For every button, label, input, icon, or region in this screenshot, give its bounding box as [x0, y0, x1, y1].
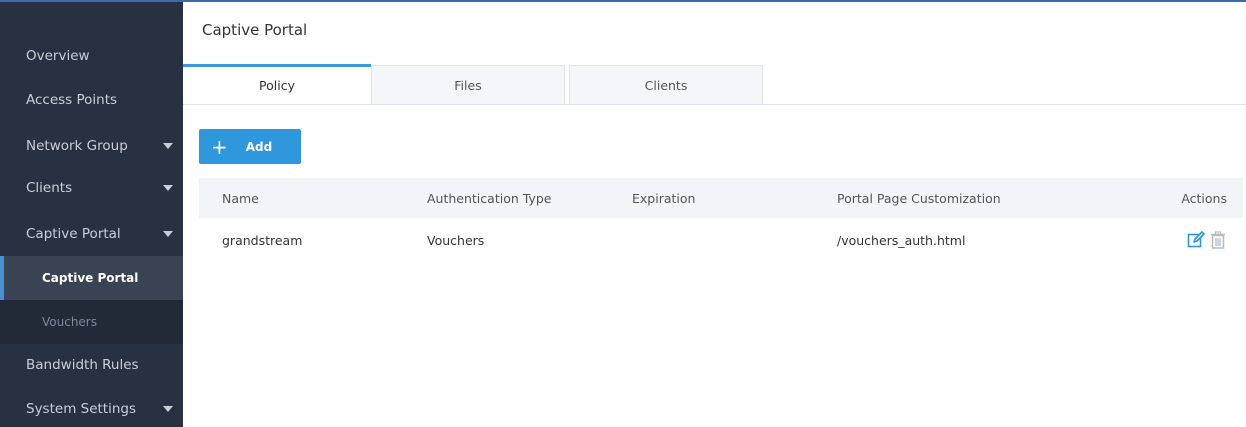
column-header-name[interactable]: Name	[222, 178, 259, 218]
cell-portal-page: /vouchers_auth.html	[837, 232, 966, 248]
sidebar-item-network-group[interactable]: Network Group	[0, 124, 183, 168]
sidebar-item-label: System Settings	[26, 401, 137, 417]
sidebar-item-label: Captive Portal	[42, 271, 139, 285]
caret-down-icon	[163, 185, 173, 191]
sidebar: Overview Access Points Network Group Cli…	[0, 0, 183, 427]
sidebar-item-label: Bandwidth Rules	[26, 357, 139, 373]
sidebar-item-overview[interactable]: Overview	[0, 34, 183, 78]
sidebar-item-captive-portal[interactable]: Captive Portal	[0, 212, 183, 256]
main-content: Captive Portal Policy Files Clients + Ad…	[183, 0, 1246, 427]
table-row: grandstream Vouchers /vouchers_auth.html	[199, 218, 1243, 262]
tab-label: Clients	[644, 77, 688, 93]
column-header-expiration[interactable]: Expiration	[632, 178, 695, 218]
tab-label: Files	[454, 77, 482, 93]
page-title: Captive Portal	[202, 21, 308, 39]
table-header: Name Authentication Type Expiration Port…	[199, 178, 1243, 218]
add-button[interactable]: + Add	[199, 129, 301, 164]
column-header-portal-page[interactable]: Portal Page Customization	[837, 178, 1001, 218]
sidebar-item-label: Access Points	[26, 92, 118, 108]
tab-files[interactable]: Files	[371, 65, 565, 105]
sidebar-item-label: Clients	[26, 180, 73, 196]
caret-down-icon	[163, 406, 173, 412]
caret-down-icon	[163, 231, 173, 237]
sidebar-item-label: Vouchers	[42, 315, 97, 329]
sidebar-subitem-captive-portal[interactable]: Captive Portal	[0, 256, 183, 300]
sidebar-item-label: Captive Portal	[26, 226, 121, 242]
caret-down-icon	[163, 143, 173, 149]
trash-icon[interactable]	[1209, 231, 1227, 249]
sidebar-subitem-vouchers[interactable]: Vouchers	[0, 300, 183, 344]
cell-auth-type: Vouchers	[427, 232, 485, 248]
tab-policy[interactable]: Policy	[183, 64, 371, 104]
column-header-actions: Actions	[1181, 190, 1227, 206]
plus-icon: +	[211, 134, 228, 159]
add-button-label: Add	[245, 139, 273, 154]
cell-name: grandstream	[222, 232, 303, 248]
edit-icon[interactable]	[1187, 231, 1205, 249]
row-actions	[1187, 218, 1227, 262]
sidebar-item-access-points[interactable]: Access Points	[0, 78, 183, 122]
tab-clients[interactable]: Clients	[569, 65, 763, 105]
tab-label: Policy	[259, 78, 295, 93]
app-window: Overview Access Points Network Group Cli…	[0, 0, 1246, 427]
sidebar-item-bandwidth-rules[interactable]: Bandwidth Rules	[0, 343, 183, 387]
column-header-auth-type[interactable]: Authentication Type	[427, 178, 551, 218]
sidebar-item-clients[interactable]: Clients	[0, 166, 183, 210]
policy-table: Name Authentication Type Expiration Port…	[199, 178, 1243, 262]
sidebar-item-label: Network Group	[26, 138, 128, 154]
sidebar-item-system-settings[interactable]: System Settings	[0, 387, 183, 427]
sidebar-item-label: Overview	[26, 48, 90, 64]
